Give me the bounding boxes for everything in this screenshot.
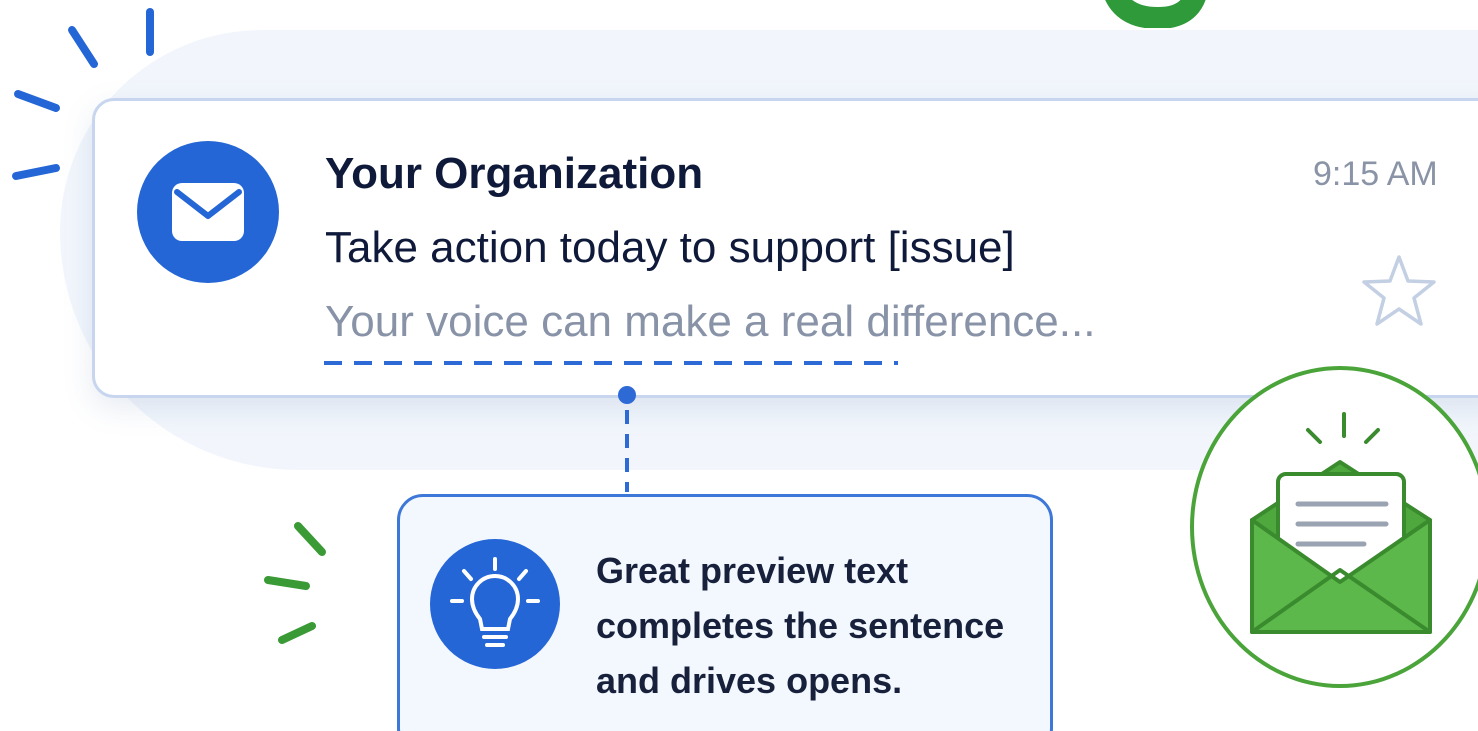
open-envelope-icon <box>1250 412 1432 634</box>
sender-avatar <box>137 141 279 283</box>
envelope-icon <box>172 183 244 241</box>
email-subject: Take action today to support [issue] <box>325 223 1015 272</box>
tip-callout: Great preview text completes the sentenc… <box>397 494 1053 731</box>
lightbulb-badge <box>430 539 560 669</box>
heading-fragment-icon <box>1105 0 1206 28</box>
email-preview-text: Your voice can make a real difference... <box>325 297 1096 346</box>
illustration: Your Organization Take action today to s… <box>0 0 1478 731</box>
email-sender: Your Organization <box>325 149 704 198</box>
star-icon[interactable] <box>1359 251 1439 331</box>
lightbulb-icon <box>450 557 540 647</box>
open-envelope-badge <box>1190 366 1478 688</box>
email-list-item[interactable]: Your Organization Take action today to s… <box>92 98 1478 398</box>
tip-text: Great preview text completes the sentenc… <box>596 550 1005 701</box>
email-time: 9:15 AM <box>1313 155 1438 193</box>
